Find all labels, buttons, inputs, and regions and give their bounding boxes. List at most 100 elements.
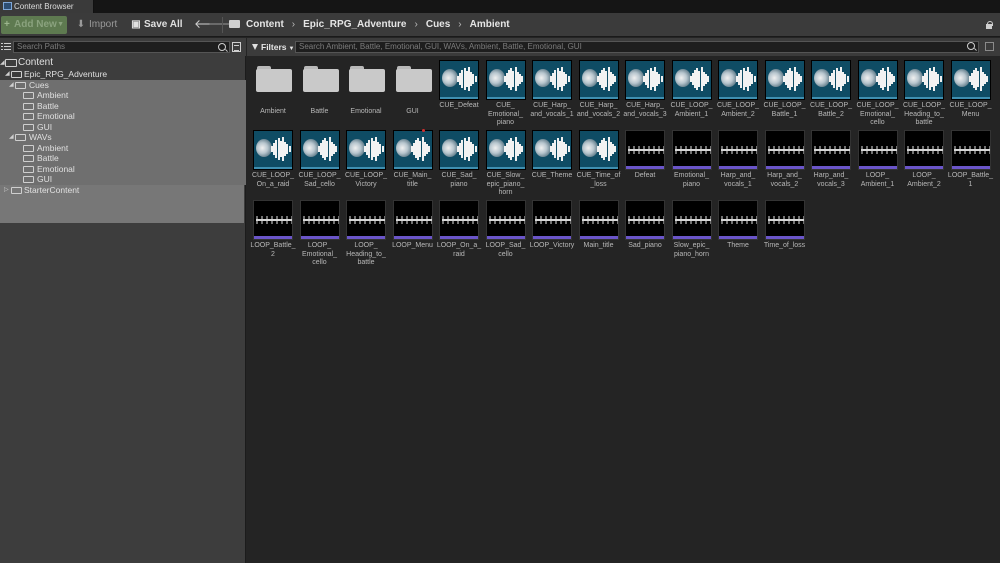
folder-tile[interactable]: Ambient [251,60,295,128]
breadcrumb: Content › Epic_RPG_Adventure › Cues › Ambient [229,16,510,34]
sound-cue-tile[interactable]: CUE_LOOP_ Ambient_2 [716,60,760,128]
chevron-right-icon[interactable]: › [292,19,295,30]
sound-wave-tile[interactable]: Theme [716,200,760,268]
sound-wave-tile[interactable]: Defeat [623,130,667,198]
sound-wave-tile[interactable]: LOOP_Battle_ 1 [948,130,993,198]
search-icon[interactable] [218,43,226,51]
search-icon[interactable] [967,42,975,50]
folder-tile[interactable]: Battle [298,60,342,128]
asset-label: LOOP_ Ambient_1 [860,172,895,188]
sound-wave-tile[interactable]: LOOP_Sad_ cello [484,200,528,268]
folder-tile[interactable]: Emotional [344,60,388,128]
sound-wave-tile[interactable]: Emotional_ piano [670,130,714,198]
tab-content-browser[interactable]: Content Browser [0,0,94,13]
sound-cue-tile[interactable]: CUE_LOOP_ Heading_to_ battle [902,60,946,128]
sound-cue-tile[interactable]: CUE_LOOP_ Victory [344,130,388,198]
sound-cue-tile[interactable]: CUE_Harp_ and_vocals_1 [530,60,574,128]
view-options-icon[interactable] [232,42,241,52]
sound-wave-tile[interactable]: Harp_and_ vocals_2 [763,130,807,198]
import-icon: ⬇ [76,19,86,30]
tree-item-cues-gui[interactable]: GUI [0,121,246,132]
tree-item-content[interactable]: ◢ Content [0,56,246,69]
tree-label: Emotional [37,111,75,121]
unsaved-indicator-icon [421,129,425,132]
content-browser-icon [3,2,12,10]
import-button[interactable]: ⬇ Import [76,16,118,34]
search-paths-input[interactable]: Search Paths [13,41,230,53]
tree-item-wavs-ambient[interactable]: Ambient [0,142,246,153]
add-new-button[interactable]: + Add New ▼ [1,16,67,34]
tree-item-cues-battle[interactable]: Battle [0,100,246,111]
sound-cue-tile[interactable]: CUE_Sad_ piano [437,130,481,198]
expanded-arrow-icon[interactable]: ◢ [9,80,14,91]
asset-search-input[interactable]: Search Ambient, Battle, Emotional, GUI, … [295,41,979,53]
asset-label: CUE_Main_ title [393,172,432,188]
save-all-button[interactable]: ▣ Save All [131,16,183,34]
sound-wave-tile[interactable]: LOOP_ Ambient_2 [902,130,946,198]
tree-item-cues-emotional[interactable]: Emotional [0,111,246,122]
tree-item-project[interactable]: ◢ Epic_RPG_Adventure [0,69,246,80]
asset-label: Sad_piano [628,242,662,249]
chevron-right-icon[interactable]: › [415,19,418,30]
tree-item-cues-ambient[interactable]: Ambient [0,90,246,101]
save-search-icon[interactable] [985,42,994,51]
breadcrumb-ambient[interactable]: Ambient [470,19,510,30]
sound-cue-icon [625,60,665,100]
folder-tile[interactable]: GUI [391,60,435,128]
sound-cue-tile[interactable]: CUE_Slow_ epic_piano_ horn [484,130,528,198]
expanded-arrow-icon[interactable]: ◢ [5,69,10,80]
collapsed-arrow-icon[interactable]: ▷ [4,185,9,196]
sound-wave-tile[interactable]: Harp_and_ vocals_3 [809,130,853,198]
sound-wave-tile[interactable]: Time_of_loss [763,200,807,268]
sound-cue-tile[interactable]: CUE_LOOP_ Menu [949,60,993,128]
sound-wave-tile[interactable]: LOOP_ Heading_to_ battle [344,200,388,268]
sound-cue-tile[interactable]: CUE_LOOP_ On_a_raid [251,130,295,198]
asset-search-placeholder: Search Ambient, Battle, Emotional, GUI, … [299,42,582,51]
tree-item-wavs[interactable]: ◢ WAVs [0,132,246,143]
waveform-thumbnail [625,200,665,240]
waveform-thumbnail [671,200,712,240]
breadcrumb-content[interactable]: Content [246,19,284,30]
sound-wave-tile[interactable]: Sad_piano [623,200,667,268]
save-all-label: Save All [144,19,183,30]
sound-cue-tile[interactable]: CUE_LOOP_ Battle_1 [763,60,807,128]
sound-wave-tile[interactable]: LOOP_On_a_ raid [437,200,481,268]
sound-cue-tile[interactable]: CUE_Harp_ and_vocals_2 [577,60,621,128]
tree-item-cues[interactable]: ◢ Cues [0,79,246,91]
tree-item-wavs-battle[interactable]: Battle [0,153,246,164]
lock-icon[interactable] [985,21,993,29]
sound-cue-tile[interactable]: CUE_ Emotional_ piano [484,60,528,128]
sound-wave-tile[interactable]: LOOP_ Ambient_1 [856,130,900,198]
chevron-right-icon[interactable]: › [458,19,461,30]
sound-wave-tile[interactable]: Slow_epic_ piano_horn [670,200,714,268]
tree-item-wavs-gui[interactable]: GUI [0,174,246,185]
breadcrumb-project[interactable]: Epic_RPG_Adventure [303,19,406,30]
sound-cue-tile[interactable]: CUE_LOOP_ Ambient_1 [670,60,714,128]
tree-label: StarterContent [24,184,80,195]
sound-wave-tile[interactable]: LOOP_Battle_ 2 [250,200,296,268]
tree-item-wavs-emotional[interactable]: Emotional [0,163,246,174]
save-icon: ▣ [131,19,141,30]
sound-cue-tile[interactable]: CUE_LOOP_ Sad_cello [298,130,342,198]
sound-cue-tile[interactable]: CUE_LOOP_ Emotional_ cello [856,60,900,128]
sound-wave-tile[interactable]: LOOP_ Emotional_ cello [298,200,342,268]
sound-cue-tile[interactable]: CUE_LOOP_ Battle_2 [809,60,853,128]
tree-item-starter-content[interactable]: ▷ StarterContent [0,185,246,196]
sources-toggle-icon[interactable] [1,42,11,52]
sound-cue-tile[interactable]: CUE_Main_ title [391,129,435,198]
asset-label: CUE_Defeat [439,102,479,109]
asset-label: Emotional_ piano [673,172,710,188]
folder-icon [23,155,34,162]
expanded-arrow-icon[interactable]: ◢ [9,132,14,143]
sound-cue-tile[interactable]: CUE_Theme [530,130,574,198]
sound-wave-tile[interactable]: Main_title [577,200,621,268]
sound-wave-tile[interactable]: LOOP_Victory [530,200,574,268]
sound-cue-tile[interactable]: CUE_Harp_ and_vocals_3 [623,60,667,128]
breadcrumb-cues[interactable]: Cues [426,19,450,30]
filters-button[interactable]: Filters ▼ [252,41,294,55]
sound-wave-tile[interactable]: Harp_and_ vocals_1 [716,130,760,198]
sound-wave-tile[interactable]: LOOP_Menu [391,200,435,268]
sound-cue-tile[interactable]: CUE_Time_of _loss [577,130,621,198]
sound-cue-tile[interactable]: CUE_Defeat [437,60,481,128]
sound-cue-icon [904,60,944,100]
